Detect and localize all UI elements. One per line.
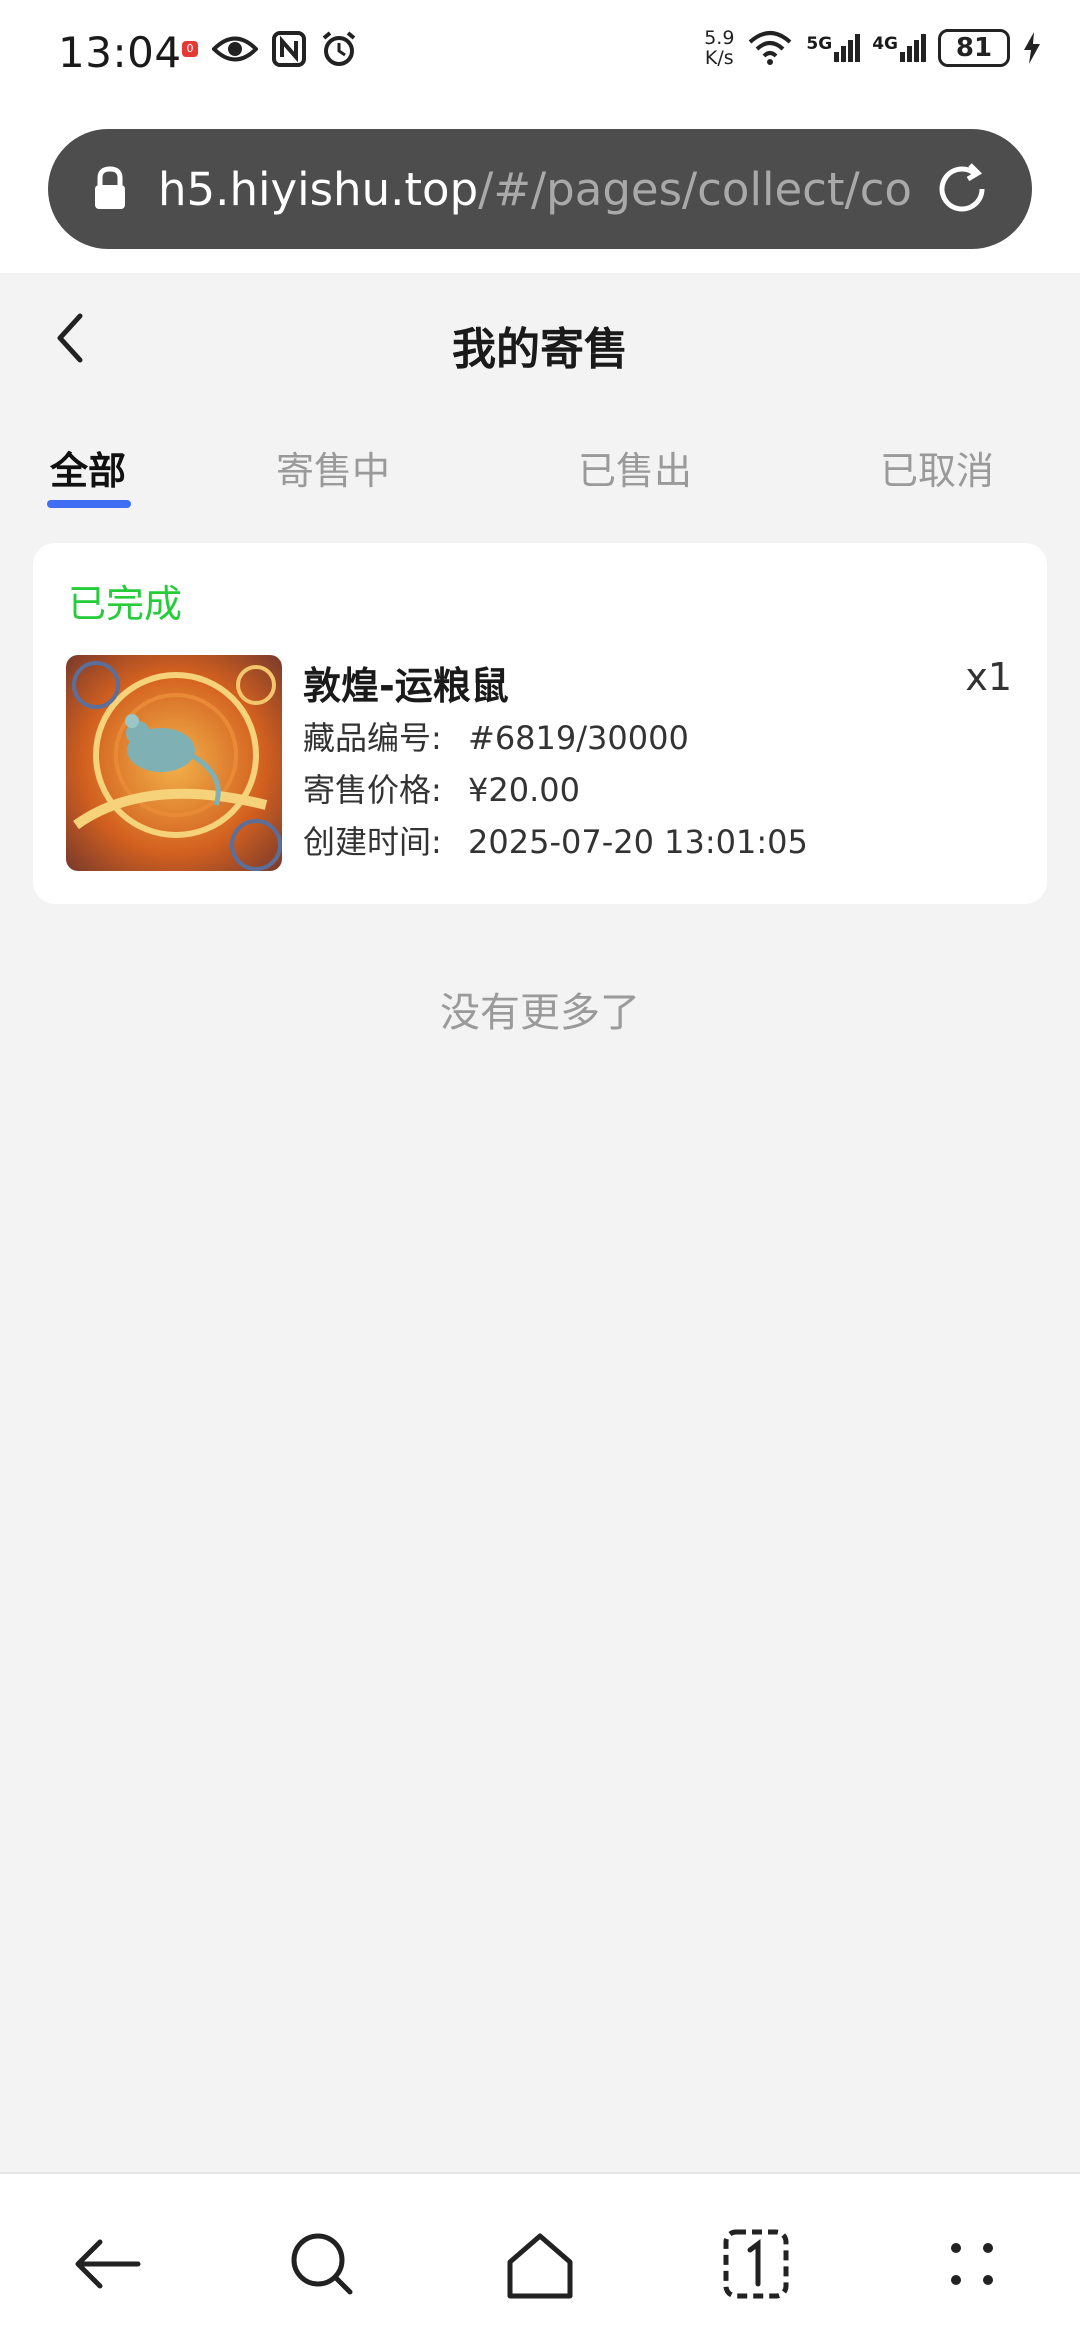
active-tab-indicator	[47, 500, 131, 508]
signal-5g-icon: 5G	[806, 34, 861, 62]
search-icon[interactable]	[282, 2224, 362, 2304]
tab-all[interactable]: 全部	[50, 440, 126, 495]
created-value: 2025-07-20 13:01:05	[468, 823, 808, 861]
no-more-text: 没有更多了	[440, 990, 640, 1036]
address-bar[interactable]: h5.hiyishu.top/#/pages/collect/co	[48, 129, 1032, 249]
back-icon[interactable]	[68, 2224, 148, 2304]
tab-on-sale[interactable]: 寄售中	[276, 440, 390, 495]
order-status: 已完成	[68, 582, 183, 626]
price-label: 寄售价格:	[303, 771, 442, 809]
serial-row: 藏品编号: #6819/30000	[303, 713, 689, 759]
created-label: 创建时间:	[303, 823, 442, 861]
battery-indicator: 81	[938, 29, 1010, 67]
quantity: x1	[965, 655, 1012, 699]
reload-icon[interactable]	[932, 159, 992, 219]
signal-4g-icon: 4G	[872, 34, 926, 62]
status-right-icons: 5.9 K/s 5G 4G 81	[704, 28, 1042, 68]
page-title: 我的寄售	[452, 324, 628, 375]
charging-icon	[1024, 32, 1040, 64]
alarm-icon	[322, 31, 356, 66]
serial-label: 藏品编号:	[303, 719, 442, 757]
menu-dots-icon[interactable]	[932, 2224, 1012, 2304]
browser-bottom-nav	[0, 2172, 1080, 2340]
serial-value: #6819/30000	[468, 719, 689, 757]
net-speed: 5.9 K/s	[704, 27, 735, 69]
lock-icon	[95, 166, 125, 209]
nfc-icon	[272, 31, 306, 67]
created-row: 创建时间: 2025-07-20 13:01:05	[303, 817, 808, 863]
url-text[interactable]: h5.hiyishu.top/#/pages/collect/co	[158, 163, 918, 216]
price-row: 寄售价格: ¥20.00	[303, 765, 580, 811]
consignment-card[interactable]: 已完成 敦煌-运粮鼠 x1 藏品编号: #6819/30000 寄售价格: ¥2…	[33, 543, 1047, 904]
url-host: h5.hiyishu.top	[158, 162, 479, 216]
tab-bar: 全部 寄售中 已售出 已取消	[0, 430, 1080, 520]
status-bar: 13:04 0 5.9 K/s 5G 4G 81	[0, 0, 1080, 110]
tab-cancelled[interactable]: 已取消	[880, 440, 994, 495]
url-path: /#/pages/collect/co	[478, 162, 912, 216]
collectible-name: 敦煌-运粮鼠	[303, 664, 509, 708]
tab-sold[interactable]: 已售出	[578, 440, 692, 495]
eye-icon	[212, 36, 258, 62]
wifi-icon	[749, 31, 792, 65]
price-value: ¥20.00	[468, 771, 580, 809]
browser-toolbar: h5.hiyishu.top/#/pages/collect/co	[0, 110, 1080, 273]
tabs-icon[interactable]	[716, 2224, 796, 2304]
home-icon[interactable]	[500, 2224, 580, 2304]
page-header: 我的寄售	[0, 273, 1080, 403]
notification-badge-icon: 0	[182, 41, 198, 57]
status-left-icons: 0	[182, 30, 358, 68]
clock: 13:04	[58, 28, 182, 77]
collectible-thumbnail	[66, 655, 282, 871]
